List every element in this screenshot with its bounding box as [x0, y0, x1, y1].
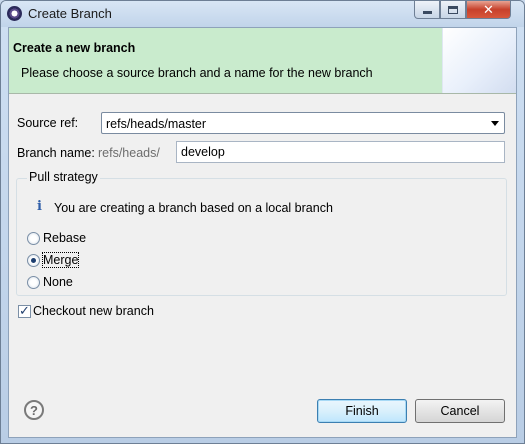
cancel-button[interactable]: Cancel: [415, 399, 505, 423]
source-ref-value: refs/heads/master: [106, 117, 207, 131]
close-button[interactable]: ✕: [466, 1, 511, 19]
radio-none[interactable]: None: [27, 274, 73, 290]
radio-button[interactable]: [27, 275, 40, 289]
radio-label: Merge: [41, 252, 80, 268]
branch-name-label: Branch name:: [17, 146, 95, 160]
window-title: Create Branch: [28, 6, 112, 21]
close-icon: ✕: [483, 1, 494, 17]
radio-button[interactable]: [27, 253, 40, 267]
checkout-label: Checkout new branch: [33, 304, 154, 318]
info-message: You are creating a branch based on a loc…: [54, 201, 333, 215]
help-icon[interactable]: ?: [24, 400, 44, 420]
dialog-content: Create a new branch Please choose a sour…: [8, 27, 517, 438]
eclipse-icon: [7, 6, 22, 21]
minimize-button[interactable]: [414, 1, 440, 19]
radio-button[interactable]: [27, 231, 40, 245]
branch-name-input[interactable]: develop: [176, 141, 505, 163]
source-ref-label: Source ref:: [17, 116, 79, 130]
finish-button[interactable]: Finish: [317, 399, 407, 423]
branch-prefix: refs/heads/: [98, 146, 160, 160]
title-bar[interactable]: Create Branch ✕: [1, 1, 524, 27]
radio-rebase[interactable]: Rebase: [27, 230, 86, 246]
minimize-icon: [422, 11, 432, 14]
dialog-window: Create Branch ✕ Create a new branch Plea…: [0, 0, 525, 444]
pull-strategy-group: [16, 178, 507, 296]
banner-image: [442, 28, 516, 93]
radio-label: Rebase: [43, 231, 87, 245]
radio-label: None: [43, 275, 73, 289]
checkout-new-branch[interactable]: Checkout new branch: [18, 303, 154, 319]
header-banner: Create a new branch Please choose a sour…: [9, 28, 516, 94]
banner-title: Create a new branch: [13, 41, 136, 55]
radio-merge[interactable]: Merge: [27, 252, 80, 268]
source-ref-dropdown[interactable]: refs/heads/master: [101, 112, 505, 134]
maximize-icon: [448, 5, 458, 14]
banner-description: Please choose a source branch and a name…: [21, 66, 373, 80]
info-icon: i: [37, 199, 42, 214]
maximize-button[interactable]: [440, 1, 466, 19]
help-glyph: ?: [30, 402, 38, 418]
chevron-down-icon: [491, 121, 499, 126]
checkout-checkbox[interactable]: [18, 303, 31, 319]
pull-strategy-title: Pull strategy: [27, 170, 100, 184]
